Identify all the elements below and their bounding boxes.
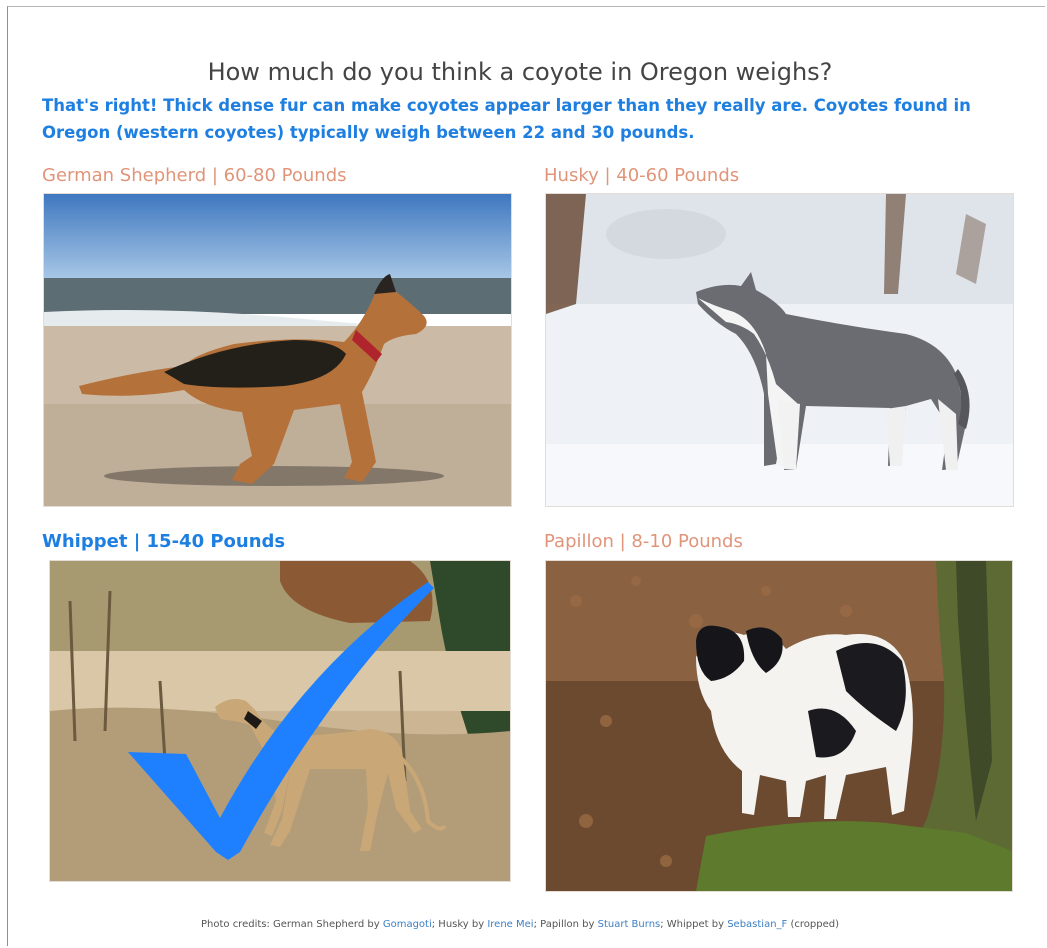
option-label-whippet[interactable]: Whippet | 15-40 Pounds bbox=[42, 531, 285, 552]
option-image-husky[interactable] bbox=[545, 193, 1014, 507]
photo-credits: Photo credits: German Shepherd by Gomago… bbox=[200, 919, 839, 930]
option-label-german-shepherd[interactable]: German Shepherd | 60-80 Pounds bbox=[42, 165, 347, 186]
credit-link-sebastian-f[interactable]: Sebastian_F bbox=[727, 919, 787, 930]
question-heading: How much do you think a coyote in Oregon… bbox=[207, 58, 833, 87]
credit-link-stuart-burns[interactable]: Stuart Burns bbox=[598, 919, 661, 930]
option-label-papillon[interactable]: Papillon | 8-10 Pounds bbox=[544, 531, 743, 552]
option-image-papillon[interactable] bbox=[545, 560, 1013, 892]
option-image-german-shepherd[interactable] bbox=[43, 193, 512, 507]
credit-link-gomagoti[interactable]: Gomagoti bbox=[383, 919, 432, 930]
feedback-message: That's right! Thick dense fur can make c… bbox=[42, 96, 971, 142]
checkmark-icon bbox=[128, 582, 434, 860]
credit-link-irene-mei[interactable]: Irene Mei bbox=[487, 919, 533, 930]
option-label-husky[interactable]: Husky | 40-60 Pounds bbox=[544, 165, 739, 186]
